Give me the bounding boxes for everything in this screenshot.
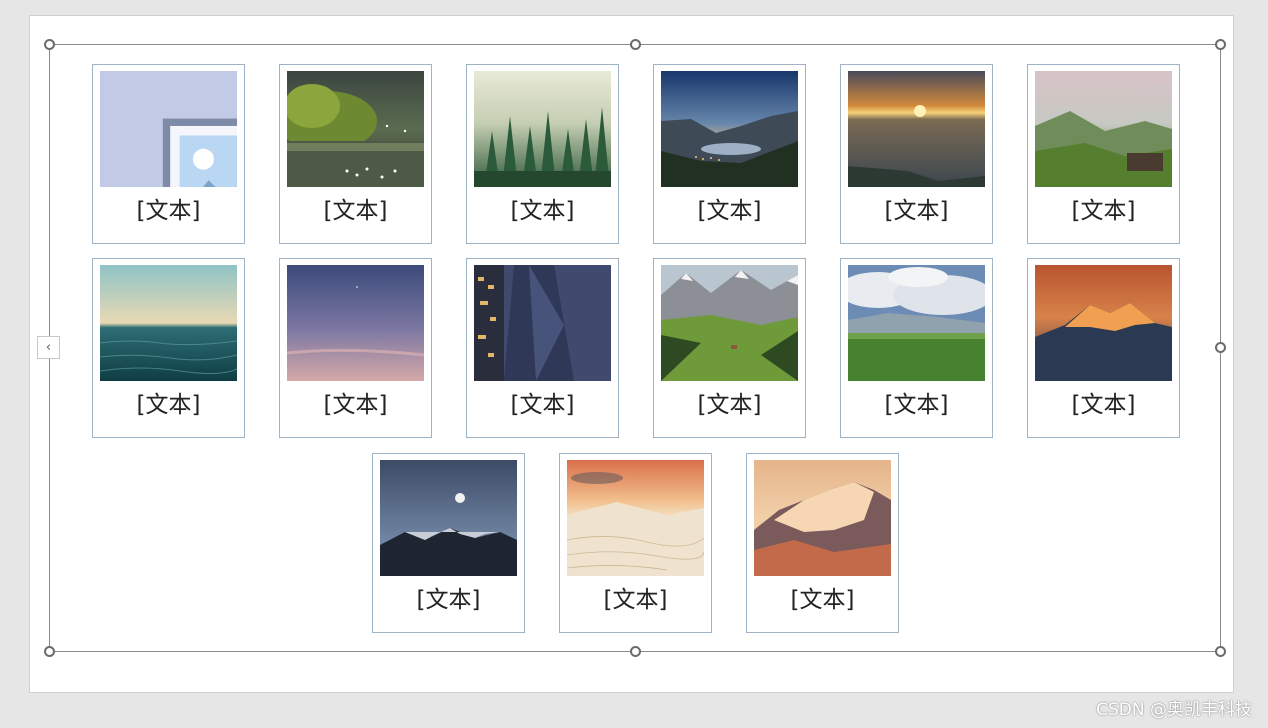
picture-card[interactable]: [文本] <box>653 64 806 244</box>
card-caption[interactable]: [文本] <box>467 390 618 420</box>
picture-card[interactable]: [文本] <box>466 258 619 438</box>
desert-dunes-photo <box>567 460 704 576</box>
picture-card[interactable]: [文本] <box>372 453 525 633</box>
sunlit-snow-mountain-photo <box>754 460 891 576</box>
resize-handle-bottom-center[interactable] <box>630 646 641 657</box>
alpine-valley-photo <box>661 265 798 381</box>
picture-card[interactable]: [文本] <box>92 64 245 244</box>
teal-ocean-waves-photo <box>100 265 237 381</box>
card-caption[interactable]: [文本] <box>841 390 992 420</box>
card-caption[interactable]: [文本] <box>654 196 805 226</box>
lake-with-swans-photo <box>287 71 424 187</box>
picture-card[interactable]: [文本] <box>559 453 712 633</box>
picture-card[interactable]: [文本] <box>1027 64 1180 244</box>
card-caption[interactable]: [文本] <box>280 196 431 226</box>
card-caption[interactable]: [文本] <box>560 585 711 615</box>
picture-card[interactable]: [文本] <box>653 258 806 438</box>
card-caption[interactable]: [文本] <box>1028 196 1179 226</box>
sunset-over-sea-photo <box>848 71 985 187</box>
card-caption[interactable]: [文本] <box>841 196 992 226</box>
picture-card[interactable]: [文本] <box>746 453 899 633</box>
text-pane-toggle-button[interactable]: ‹ <box>37 336 60 359</box>
card-caption[interactable]: [文本] <box>280 390 431 420</box>
card-caption[interactable]: [文本] <box>93 196 244 226</box>
resize-handle-bottom-right[interactable] <box>1215 646 1226 657</box>
card-caption[interactable]: [文本] <box>1028 390 1179 420</box>
picture-card[interactable]: [文本] <box>840 64 993 244</box>
picture-card[interactable]: [文本] <box>279 258 432 438</box>
fjord-at-dusk-photo <box>661 71 798 187</box>
orange-glowing-peaks-photo <box>1035 265 1172 381</box>
image-placeholder-icon <box>162 118 237 187</box>
resize-handle-top-left[interactable] <box>44 39 55 50</box>
foggy-green-hills-photo <box>1035 71 1172 187</box>
chevron-left-icon: ‹ <box>45 340 52 355</box>
picture-card[interactable]: [文本] <box>840 258 993 438</box>
resize-handle-top-center[interactable] <box>630 39 641 50</box>
misty-pine-forest-photo <box>474 71 611 187</box>
watermark: CSDN @奥凯丰科技 <box>1096 700 1252 720</box>
picture-placeholder[interactable] <box>100 71 237 187</box>
resize-handle-bottom-left[interactable] <box>44 646 55 657</box>
card-caption[interactable]: [文本] <box>373 585 524 615</box>
resize-handle-top-right[interactable] <box>1215 39 1226 50</box>
purple-twilight-sky-photo <box>287 265 424 381</box>
picture-card[interactable]: [文本] <box>279 64 432 244</box>
picture-card[interactable]: [文本] <box>1027 258 1180 438</box>
card-caption[interactable]: [文本] <box>467 196 618 226</box>
card-caption[interactable]: [文本] <box>747 585 898 615</box>
night-city-reflection-photo <box>474 265 611 381</box>
resize-handle-middle-right[interactable] <box>1215 342 1226 353</box>
green-grassland-photo <box>848 265 985 381</box>
moon-over-mountains-photo <box>380 460 517 576</box>
picture-card[interactable]: [文本] <box>92 258 245 438</box>
picture-card[interactable]: [文本] <box>466 64 619 244</box>
card-caption[interactable]: [文本] <box>93 390 244 420</box>
card-caption[interactable]: [文本] <box>654 390 805 420</box>
